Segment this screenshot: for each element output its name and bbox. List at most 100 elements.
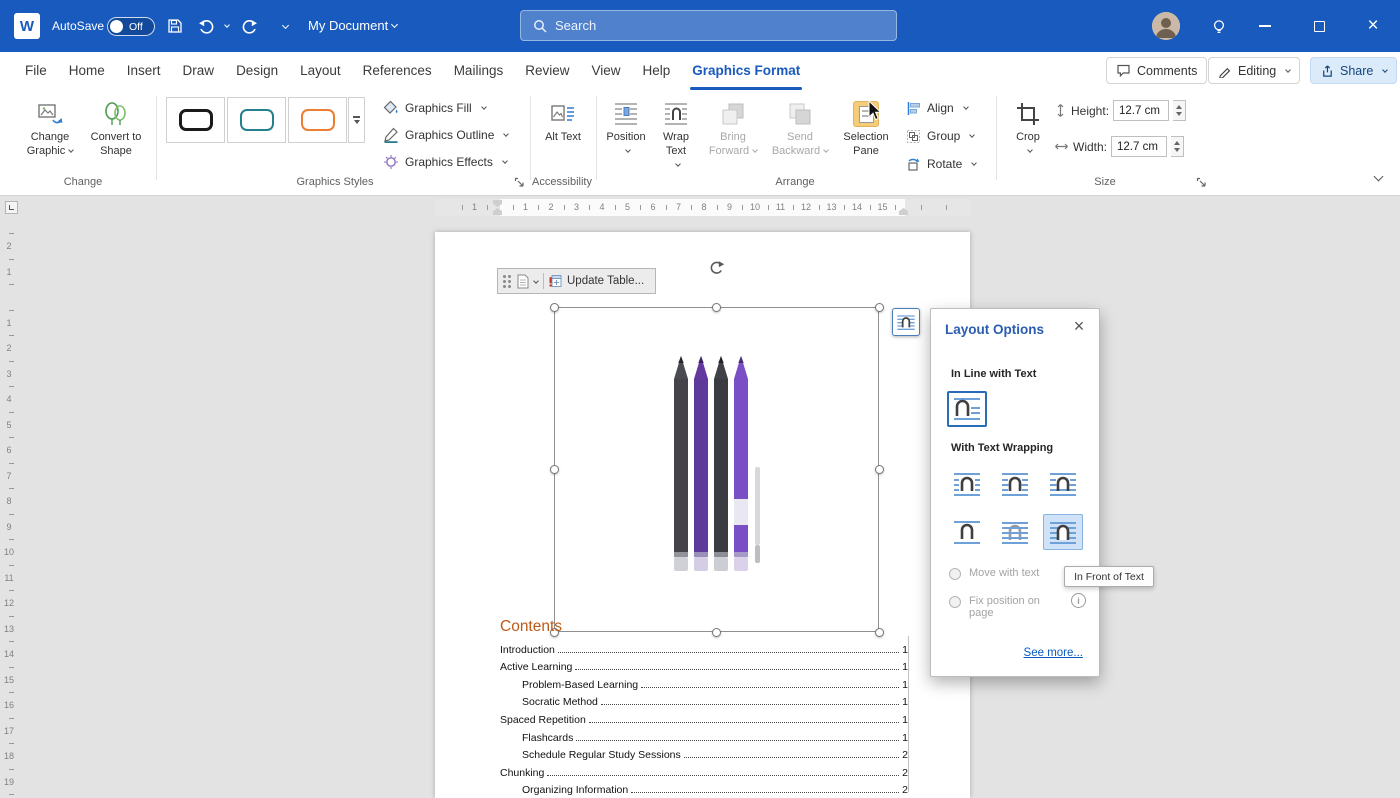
info-icon[interactable]: i	[1071, 593, 1086, 608]
wrap-text-button[interactable]: Wrap Text	[652, 94, 700, 174]
toc-menu-caret-icon[interactable]	[533, 278, 539, 284]
crop-icon	[1015, 101, 1041, 127]
toc-document-icon[interactable]	[517, 274, 529, 289]
selection-handle-top-center[interactable]	[712, 303, 721, 312]
graphics-outline-button[interactable]: Graphics Outline	[378, 123, 513, 147]
graphics-fill-button[interactable]: Graphics Fill	[378, 96, 491, 120]
height-stepper[interactable]	[1173, 100, 1186, 121]
editing-mode-button[interactable]: Editing	[1208, 57, 1300, 84]
layout-options-launcher-button[interactable]	[892, 308, 920, 336]
rotate-button[interactable]: Rotate	[902, 152, 986, 176]
rotate-handle[interactable]	[708, 260, 725, 277]
toc-entry[interactable]: Spaced Repetition1	[500, 708, 908, 726]
document-page[interactable]: Update Table...	[435, 232, 970, 798]
vertical-ruler[interactable]: 1234567891011121314151617181912	[0, 216, 22, 798]
size-dialog-launcher-icon[interactable]	[1196, 177, 1208, 189]
collapse-ribbon-icon[interactable]	[1366, 168, 1386, 186]
tab-insert[interactable]: Insert	[116, 52, 172, 90]
height-input[interactable]	[1113, 100, 1169, 121]
tab-references[interactable]: References	[352, 52, 443, 90]
wrap-option-top-bottom[interactable]	[947, 514, 987, 550]
search-input[interactable]: Search	[520, 10, 897, 41]
selection-handle-top-left[interactable]	[550, 303, 559, 312]
autosave-state: Off	[129, 21, 143, 33]
tab-graphics-format[interactable]: Graphics Format	[681, 52, 811, 90]
undo-icon[interactable]	[197, 17, 215, 35]
align-icon	[906, 101, 921, 116]
tab-home[interactable]: Home	[58, 52, 116, 90]
graphics-effects-button[interactable]: Graphics Effects	[378, 150, 512, 174]
toc-entry[interactable]: Socratic Method1	[500, 691, 908, 709]
comments-button[interactable]: Comments	[1106, 57, 1207, 84]
redo-icon[interactable]	[240, 17, 258, 35]
drag-grip-icon[interactable]	[503, 274, 512, 288]
tab-help[interactable]: Help	[632, 52, 682, 90]
toc-control-toolbar[interactable]: Update Table...	[497, 268, 656, 294]
selection-handle-mid-right[interactable]	[875, 465, 884, 474]
graphics-style-thumb-1[interactable]	[166, 97, 225, 143]
minimize-button[interactable]	[1252, 14, 1278, 38]
wrap-option-in-front[interactable]	[1043, 514, 1083, 550]
tab-view[interactable]: View	[580, 52, 631, 90]
autosave-toggle[interactable]: Off	[107, 17, 155, 36]
tab-file[interactable]: File	[14, 52, 58, 90]
wrap-option-inline[interactable]	[947, 391, 987, 427]
lightbulb-icon[interactable]	[1210, 18, 1228, 36]
toc-entry[interactable]: Schedule Regular Study Sessions2	[500, 744, 908, 762]
toc-entry[interactable]: Chunking2	[500, 761, 908, 779]
save-icon[interactable]	[166, 17, 184, 35]
selection-handle-mid-left[interactable]	[550, 465, 559, 474]
alt-text-button[interactable]: Alt Text	[538, 94, 588, 174]
change-graphic-button[interactable]: Change Graphic	[18, 94, 82, 174]
see-more-link[interactable]: See more...	[1024, 647, 1083, 659]
horizontal-ruler[interactable]: 1234567891011121314151	[435, 199, 970, 216]
toc-entry[interactable]: Organizing Information2	[500, 779, 908, 797]
send-backward-button[interactable]: Send Backward	[768, 94, 832, 174]
share-button[interactable]: Share	[1310, 57, 1397, 84]
position-button[interactable]: Position	[602, 94, 650, 174]
graphics-style-thumb-2[interactable]	[227, 97, 286, 143]
panel-close-icon[interactable]: ×	[1069, 316, 1089, 337]
selection-pane-button[interactable]: Selection Pane	[836, 94, 896, 174]
with-text-wrapping-label: With Text Wrapping	[951, 442, 1053, 454]
selection-handle-bottom-right[interactable]	[875, 628, 884, 637]
tab-review[interactable]: Review	[514, 52, 580, 90]
group-button[interactable]: Group	[902, 124, 986, 148]
crop-button[interactable]: Crop	[1006, 94, 1050, 174]
selection-handle-bottom-center[interactable]	[712, 628, 721, 637]
toc-entry[interactable]: Problem-Based Learning1	[500, 673, 908, 691]
comment-icon	[1116, 63, 1131, 78]
send-backward-icon	[787, 101, 813, 127]
account-avatar[interactable]	[1152, 12, 1180, 40]
tab-mailings[interactable]: Mailings	[443, 52, 515, 90]
fix-position-radio[interactable]: Fix position on page	[949, 595, 1059, 619]
tab-design[interactable]: Design	[225, 52, 289, 90]
wrap-option-square[interactable]	[947, 466, 987, 502]
tab-layout[interactable]: Layout	[289, 52, 352, 90]
width-input[interactable]	[1111, 136, 1167, 157]
convert-to-shape-button[interactable]: Convert to Shape	[84, 94, 148, 174]
close-button[interactable]: ×	[1360, 14, 1386, 38]
undo-dropdown-caret[interactable]	[216, 17, 234, 35]
styles-gallery-more-button[interactable]	[348, 97, 365, 143]
toc-entry[interactable]: Active Learning1	[500, 656, 908, 674]
width-stepper[interactable]	[1171, 136, 1184, 157]
maximize-button[interactable]	[1306, 14, 1332, 38]
tab-stop-selector[interactable]	[5, 201, 18, 214]
update-table-label[interactable]: Update Table...	[567, 275, 644, 287]
layout-options-panel: Layout Options × In Line with Text With …	[930, 308, 1100, 677]
selection-handle-top-right[interactable]	[875, 303, 884, 312]
wrap-option-behind-text[interactable]	[995, 514, 1035, 550]
toc-entry[interactable]: Introduction1	[500, 638, 908, 656]
toc-entry[interactable]: Flashcards1	[500, 726, 908, 744]
graphic-selection-box[interactable]	[554, 307, 879, 632]
graphics-style-thumb-3[interactable]	[288, 97, 347, 143]
wrap-option-through[interactable]	[1043, 466, 1083, 502]
move-with-text-radio[interactable]: Move with text	[949, 567, 1039, 580]
tab-draw[interactable]: Draw	[172, 52, 226, 90]
document-title-menu[interactable]: My Document	[308, 18, 397, 33]
align-button[interactable]: Align	[902, 96, 986, 120]
quick-access-caret-icon[interactable]	[274, 17, 292, 35]
wrap-option-tight[interactable]	[995, 466, 1035, 502]
bring-forward-button[interactable]: Bring Forward	[702, 94, 764, 174]
